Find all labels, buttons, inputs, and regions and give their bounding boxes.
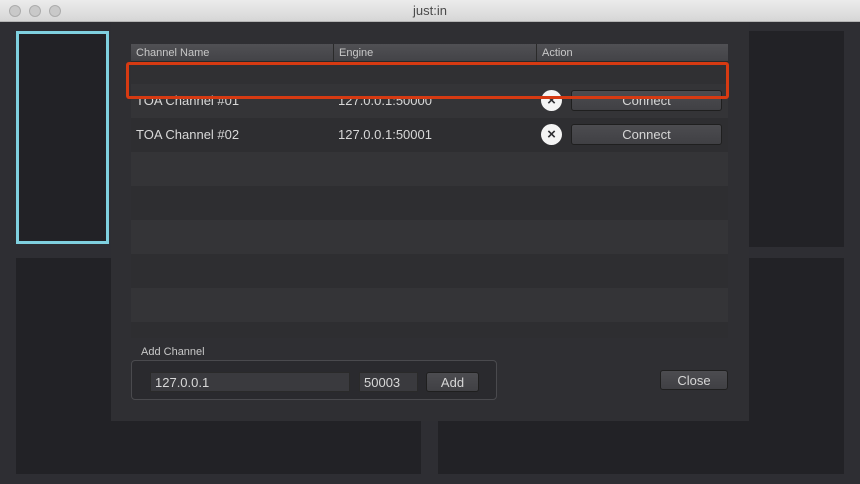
channel-name: TOA Channel #01	[136, 93, 240, 108]
table-header: Channel Name Engine Action	[131, 44, 728, 62]
remove-channel-icon[interactable]: ×	[541, 90, 562, 111]
port-input[interactable]: 50003	[359, 372, 418, 392]
table-row-empty	[131, 288, 728, 322]
table-row-empty	[131, 186, 728, 220]
table-row-empty	[131, 152, 728, 186]
column-header-channel-name[interactable]: Channel Name	[131, 44, 334, 62]
window-content: Channel Name Engine Action TOA Channel #…	[0, 22, 860, 484]
column-header-action[interactable]: Action	[537, 44, 728, 62]
channel-dialog: Channel Name Engine Action TOA Channel #…	[111, 22, 749, 421]
ip-address-input[interactable]: 127.0.0.1	[150, 372, 350, 392]
channel-name: TOA Channel #02	[136, 127, 240, 142]
connect-button[interactable]: Connect	[571, 124, 722, 145]
window-title: just:in	[413, 3, 447, 18]
window-titlebar: just:in	[0, 0, 860, 22]
table-row[interactable]: TOA Channel #01 127.0.0.1:50000 × Connec…	[131, 84, 728, 118]
remove-channel-icon[interactable]: ×	[541, 124, 562, 145]
channel-table: Channel Name Engine Action TOA Channel #…	[131, 44, 728, 338]
column-header-engine[interactable]: Engine	[334, 44, 537, 62]
connect-button[interactable]: Connect	[571, 90, 722, 111]
video-pane-selected[interactable]	[16, 31, 109, 244]
table-row-empty	[131, 220, 728, 254]
channel-engine: 127.0.0.1:50000	[338, 93, 432, 108]
table-row[interactable]: TOA Channel #02 127.0.0.1:50001 × Connec…	[131, 118, 728, 152]
add-channel-label: Add Channel	[141, 346, 205, 358]
close-button[interactable]: Close	[660, 370, 728, 390]
channel-engine: 127.0.0.1:50001	[338, 127, 432, 142]
table-row-empty	[131, 254, 728, 288]
add-channel-group: 127.0.0.1 50003 Add	[131, 360, 497, 400]
video-pane[interactable]	[749, 31, 844, 247]
add-button[interactable]: Add	[426, 372, 479, 392]
table-row-empty	[131, 322, 728, 338]
